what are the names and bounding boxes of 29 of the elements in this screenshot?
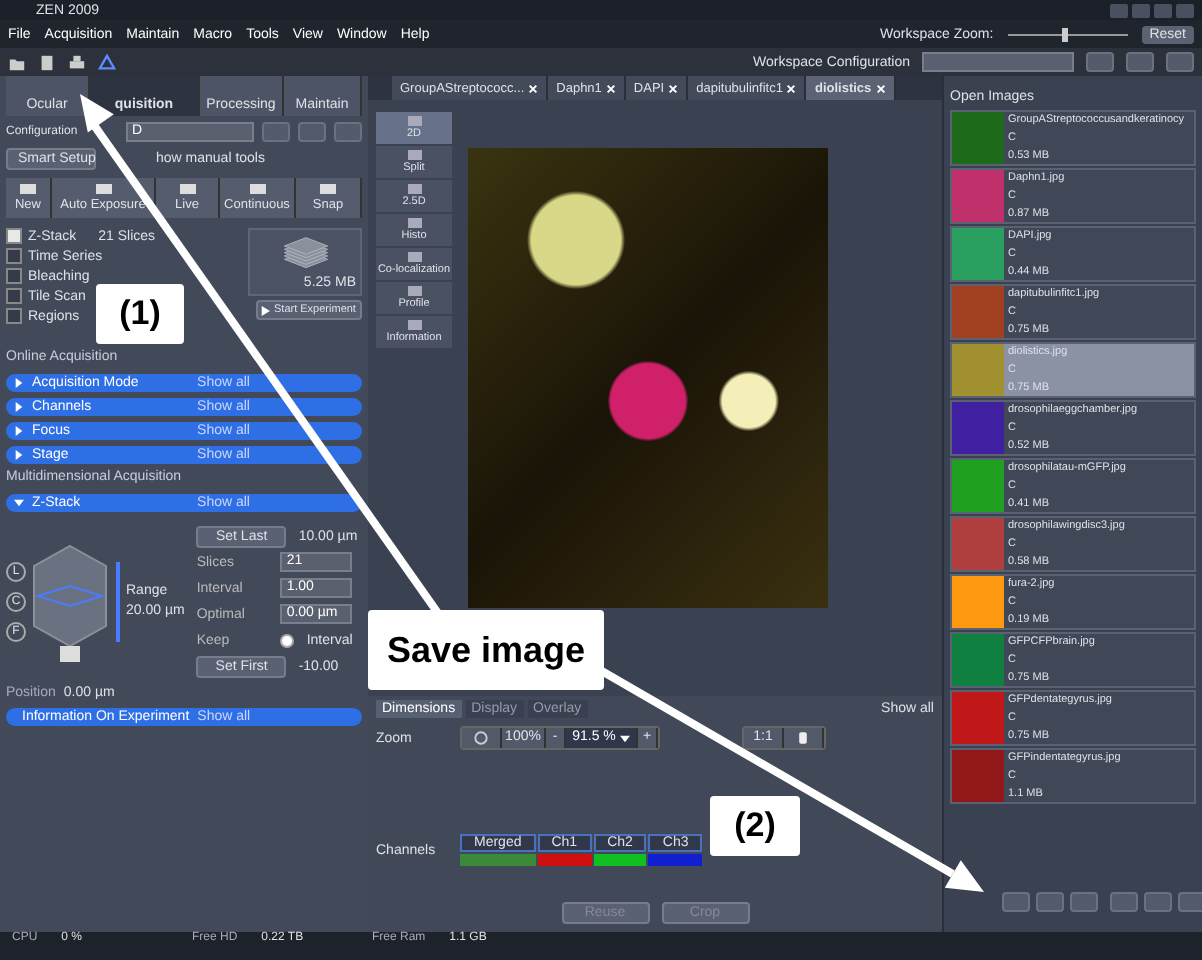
close-icon[interactable] xyxy=(875,83,886,93)
folder-icon[interactable] xyxy=(8,53,26,71)
workspace-configuration-field[interactable] xyxy=(922,52,1074,72)
radio-button[interactable] xyxy=(280,633,295,647)
printer-icon[interactable] xyxy=(68,53,86,71)
close-icon[interactable] xyxy=(786,83,797,93)
checkbox[interactable] xyxy=(6,248,22,264)
checkbox[interactable] xyxy=(6,308,22,324)
close-icon[interactable] xyxy=(605,83,616,93)
hand-icon[interactable] xyxy=(784,728,824,748)
close-icon[interactable] xyxy=(528,83,539,93)
checkbox[interactable] xyxy=(6,228,22,244)
crosshair-icon[interactable] xyxy=(462,728,502,748)
checkbox[interactable] xyxy=(6,288,22,304)
play-icon xyxy=(260,305,270,315)
expand-arrow-icon xyxy=(14,450,24,460)
checkbox[interactable] xyxy=(6,268,22,284)
caret-icon xyxy=(619,733,630,743)
document-icon[interactable] xyxy=(38,53,56,71)
expand-arrow-icon xyxy=(14,402,24,412)
triangle-icon[interactable] xyxy=(98,53,116,71)
annotation-label: (1) xyxy=(96,284,184,344)
z-stack-drawing xyxy=(30,541,110,661)
collapse-arrow-icon xyxy=(14,498,24,508)
annotation-label: Save image xyxy=(368,610,604,690)
close-icon[interactable] xyxy=(668,83,679,93)
annotation-label: (2) xyxy=(710,796,800,856)
expand-arrow-icon xyxy=(14,378,24,388)
expand-arrow-icon xyxy=(14,426,24,436)
